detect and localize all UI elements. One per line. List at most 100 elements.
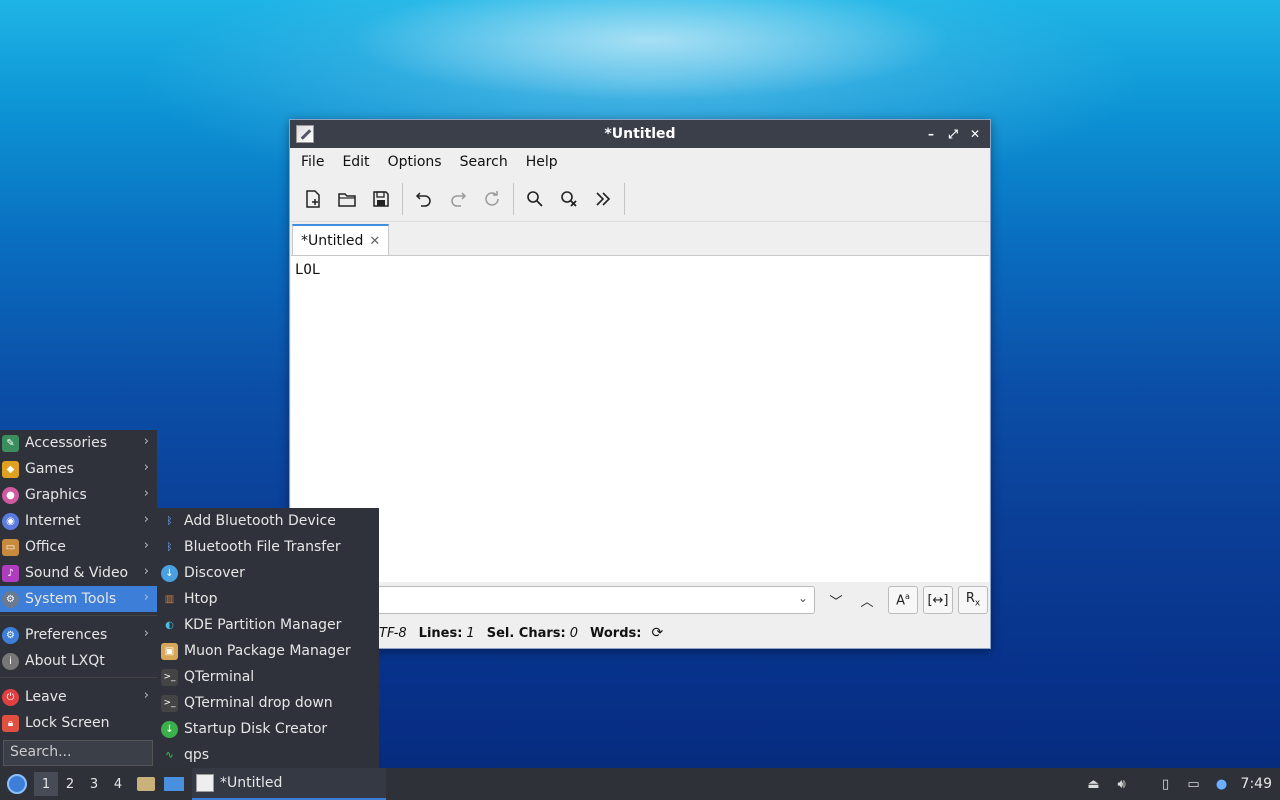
submenu-item[interactable]: ◐ KDE Partition Manager <box>157 612 379 638</box>
title-bar[interactable]: *Untitled – ⤢ ✕ <box>290 120 990 148</box>
find-input[interactable]: ⌄ <box>331 586 815 614</box>
notification-icon[interactable]: ● <box>1213 775 1231 793</box>
menu-item-internet[interactable]: ◉ Internet › <box>0 508 157 534</box>
submenu-item[interactable]: ▣ Muon Package Manager <box>157 638 379 664</box>
goto-button[interactable] <box>588 184 618 214</box>
redo-button[interactable] <box>443 184 473 214</box>
bluetooth-icon: ᛒ <box>166 541 173 553</box>
power-icon: ⏻ <box>2 688 19 706</box>
chevron-right-icon: › <box>143 434 149 449</box>
desktop-1[interactable]: 1 <box>34 772 58 796</box>
menu-bar: File Edit Options Search Help <box>290 148 990 176</box>
chevron-down-icon[interactable]: ⌄ <box>798 591 808 605</box>
new-file-button[interactable] <box>298 184 328 214</box>
volume-icon[interactable]: 🔊︎ <box>1113 775 1131 793</box>
tab-label: *Untitled <box>301 233 364 249</box>
menu-item-games[interactable]: ◆ Games › <box>0 456 157 482</box>
file-manager-launcher[interactable] <box>134 772 158 796</box>
maximize-button[interactable]: ⤢ <box>944 125 962 143</box>
minimize-button[interactable]: – <box>922 125 940 143</box>
system-tools-icon: ⚙ <box>2 590 19 608</box>
chevron-right-icon: › <box>143 538 149 553</box>
desktop-2[interactable]: 2 <box>58 772 82 796</box>
menu-item-leave[interactable]: ⏻ Leave › <box>0 684 157 710</box>
office-icon: ▭ <box>2 538 19 556</box>
menu-item-preferences[interactable]: ⚙ Preferences › <box>0 622 157 648</box>
tab-untitled[interactable]: *Untitled ✕ <box>292 224 390 256</box>
menu-item-accessories[interactable]: ✎ Accessories › <box>0 430 157 456</box>
match-case-button[interactable]: Aa <box>888 586 918 614</box>
regex-button[interactable]: Rx <box>958 586 988 614</box>
submenu-item[interactable]: >_ QTerminal drop down <box>157 690 379 716</box>
sel-chars-label: Sel. Chars: <box>486 625 566 641</box>
menu-item-graphics[interactable]: ● Graphics › <box>0 482 157 508</box>
accessories-icon: ✎ <box>2 434 19 452</box>
undo-button[interactable] <box>409 184 439 214</box>
sound-video-icon: ♪ <box>2 564 19 582</box>
chevron-right-icon: › <box>143 512 149 527</box>
info-icon: i <box>2 652 19 670</box>
submenu-item[interactable]: >_ QTerminal <box>157 664 379 690</box>
submenu-item[interactable]: ▥ Htop <box>157 586 379 612</box>
menu-item-office[interactable]: ▭ Office › <box>0 534 157 560</box>
undo-icon <box>415 191 431 207</box>
open-file-button[interactable] <box>332 184 362 214</box>
refresh-icon[interactable]: ⟳ <box>651 625 663 641</box>
show-desktop-button[interactable] <box>162 772 186 796</box>
double-chevron-right-icon <box>596 191 611 206</box>
system-tools-submenu: ᛒ Add Bluetooth Device ᛒ Bluetooth File Tr… <box>157 508 379 768</box>
submenu-item[interactable]: ↓ Startup Disk Creator <box>157 716 379 742</box>
preferences-icon: ⚙ <box>2 626 19 644</box>
window-title: *Untitled <box>604 126 676 142</box>
partition-manager-icon: ◐ <box>165 619 174 631</box>
clipboard-icon[interactable]: ▯ <box>1157 775 1175 793</box>
chevron-right-icon: › <box>143 460 149 475</box>
tab-close-icon[interactable]: ✕ <box>369 234 380 249</box>
menu-search[interactable]: Search <box>451 154 517 170</box>
taskbar-task-untitled[interactable]: *Untitled <box>192 768 386 800</box>
chevron-right-icon: › <box>143 626 149 641</box>
find-button[interactable] <box>520 184 550 214</box>
text-editor[interactable]: LOL <box>291 255 989 582</box>
menu-item-sound-video[interactable]: ♪ Sound & Video › <box>0 560 157 586</box>
submenu-item[interactable]: ∿ qps <box>157 742 379 768</box>
find-previous-button[interactable]: ︿ <box>852 586 882 614</box>
menu-item-lock-screen[interactable]: 🔒︎ Lock Screen <box>0 710 157 736</box>
encoding-value: TF-8 <box>379 625 407 641</box>
eject-icon[interactable]: ⏏ <box>1085 775 1103 793</box>
menu-item-about[interactable]: i About LXQt <box>0 648 157 674</box>
find-next-button[interactable]: ﹀ <box>821 586 851 614</box>
desktop-3[interactable]: 3 <box>82 772 106 796</box>
toolbar-separator <box>402 182 403 215</box>
whole-word-button[interactable]: [↔] <box>923 586 953 614</box>
folder-icon <box>137 777 155 791</box>
system-tray: ⏏ 🔊︎ ▯ ▭ ● 7:49 <box>1085 768 1280 800</box>
folder-open-icon <box>338 192 356 207</box>
menu-search-input[interactable]: Search... <box>3 740 153 766</box>
menu-item-system-tools[interactable]: ⚙ System Tools › <box>0 586 157 612</box>
menu-help[interactable]: Help <box>517 154 567 170</box>
close-button[interactable]: ✕ <box>966 125 984 143</box>
desktop-4[interactable]: 4 <box>106 772 130 796</box>
submenu-item[interactable]: ᛒ Add Bluetooth Device <box>157 508 379 534</box>
submenu-item[interactable]: ↓ Discover <box>157 560 379 586</box>
reload-button[interactable] <box>477 184 507 214</box>
menu-edit[interactable]: Edit <box>333 154 378 170</box>
desktop-icon <box>164 777 184 791</box>
lxqt-menu-button[interactable] <box>2 769 32 799</box>
submenu-item[interactable]: ᛒ Bluetooth File Transfer <box>157 534 379 560</box>
chevron-down-icon: ﹀ <box>829 594 843 610</box>
words-label: Words: <box>590 625 642 641</box>
status-bar: TF-8 Lines: 1 Sel. Chars: 0 Words: ⟳ <box>291 620 989 646</box>
whole-word-icon: [↔] <box>927 592 949 608</box>
replace-button[interactable] <box>554 184 584 214</box>
clock[interactable]: 7:49 <box>1241 776 1272 792</box>
network-icon[interactable]: ▭ <box>1185 775 1203 793</box>
menu-file[interactable]: File <box>292 154 333 170</box>
graphics-icon: ● <box>2 486 19 504</box>
taskbar: 1 2 3 4 *Untitled ⏏ 🔊︎ ▯ ▭ ● 7:49 <box>0 768 1280 800</box>
menu-separator <box>0 615 157 622</box>
featherpad-task-icon <box>196 774 214 792</box>
save-button[interactable] <box>366 184 396 214</box>
menu-options[interactable]: Options <box>379 154 451 170</box>
